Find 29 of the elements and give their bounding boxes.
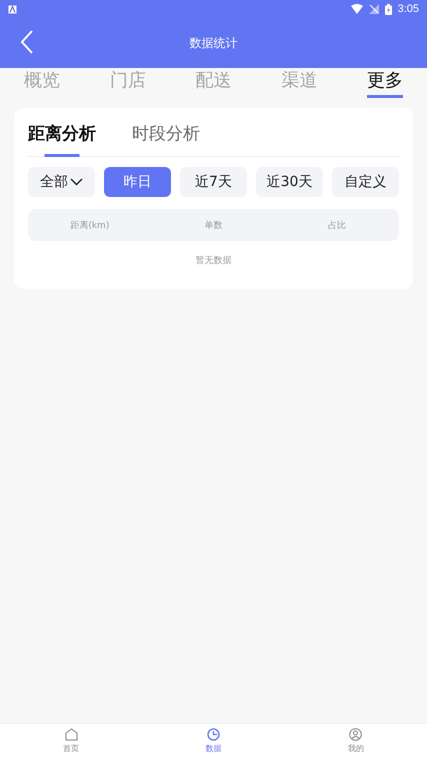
chevron-down-icon	[70, 178, 83, 186]
date-filter-button[interactable]: 近7天	[180, 167, 247, 197]
analysis-tab[interactable]: 时段分析	[132, 116, 200, 157]
user-icon	[349, 728, 362, 741]
notification-icon	[8, 4, 17, 14]
column-header: 距离(km)	[69, 220, 110, 232]
page-title: 数据统计	[190, 34, 238, 52]
category-tab[interactable]: 更多	[367, 64, 403, 98]
analysis-tab[interactable]: 距离分析	[28, 116, 96, 157]
date-filter-button[interactable]: 近30天	[256, 167, 323, 197]
no-signal-icon	[368, 4, 379, 14]
wifi-icon	[350, 4, 363, 14]
range-dropdown[interactable]: 全部	[28, 167, 95, 197]
battery-icon	[384, 4, 392, 14]
category-tab[interactable]: 门店	[110, 64, 146, 98]
date-filter-button[interactable]: 自定义	[332, 167, 399, 197]
home-icon	[64, 728, 78, 741]
nav-item[interactable]: 我的	[284, 724, 427, 760]
column-header: 单数	[204, 220, 224, 232]
category-tab[interactable]: 概览	[24, 64, 60, 98]
date-filter-button[interactable]: 昨日	[104, 167, 171, 197]
nav-item[interactable]: 数据	[142, 724, 285, 760]
nav-item[interactable]: 首页	[0, 724, 142, 760]
status-time: 3:05	[398, 3, 419, 15]
category-tab[interactable]: 渠道	[281, 64, 318, 98]
category-tab[interactable]: 配送	[196, 64, 232, 98]
back-icon[interactable]	[20, 30, 34, 54]
empty-message: 暂无数据	[194, 254, 232, 267]
column-header: 占比	[327, 220, 348, 232]
